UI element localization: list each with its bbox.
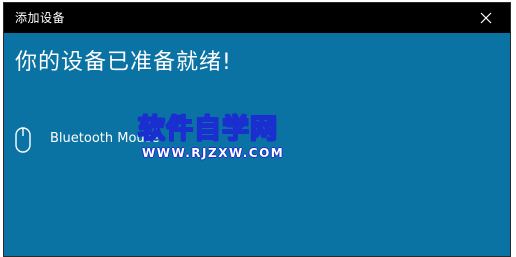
watermark-logo: 软件自学网 xyxy=(137,114,278,145)
close-icon xyxy=(480,12,492,24)
page-title: 你的设备已准备就绪! xyxy=(15,50,232,75)
title-bar: 添加设备 xyxy=(4,3,510,33)
close-button[interactable] xyxy=(464,3,510,33)
window-title: 添加设备 xyxy=(15,11,66,25)
watermark: 软件自学网 WWW.RJZXW.COM xyxy=(137,114,298,163)
mouse-icon xyxy=(15,127,31,153)
add-device-dialog: 添加设备 你的设备已准备就绪! Bluetooth Mouse 软件自学网 WW… xyxy=(3,2,511,257)
watermark-url: WWW.RJZXW.COM xyxy=(142,146,285,160)
